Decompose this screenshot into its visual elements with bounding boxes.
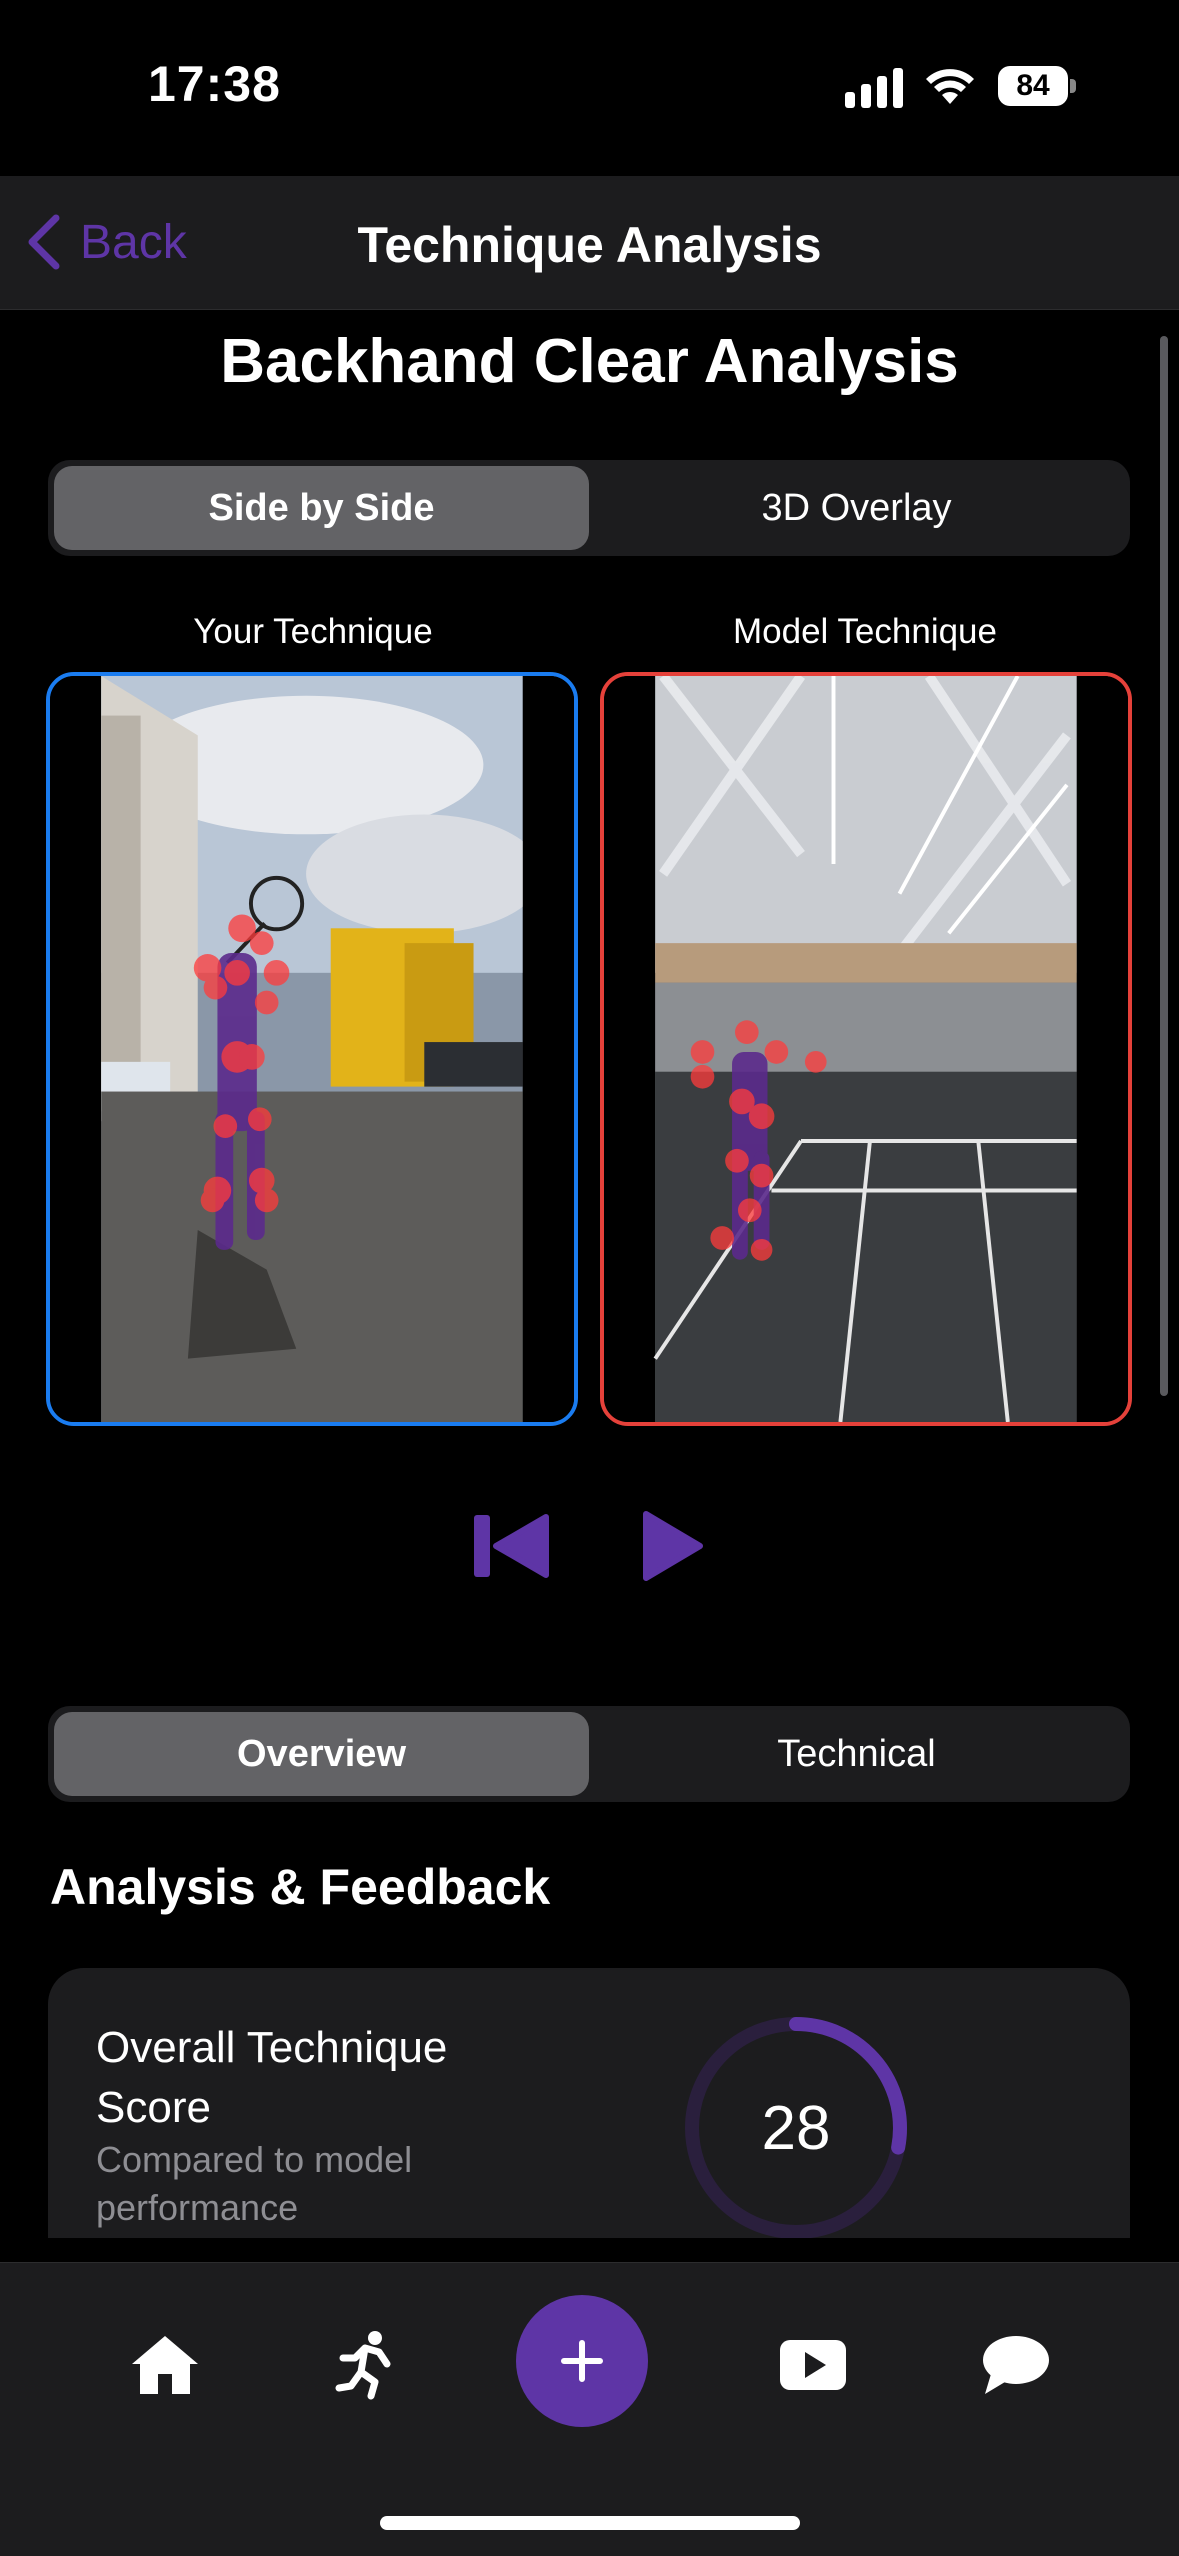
status-bar: 17:38 84 [0,0,1179,176]
player-controls [470,1510,706,1582]
model-video[interactable] [600,672,1132,1426]
score-value: 28 [761,2093,831,2163]
model-video-frame [604,676,1128,1422]
score-subtitle: Compared to model performance [96,2139,413,2228]
scroll-indicator[interactable] [1160,336,1168,1396]
running-icon[interactable] [325,2325,405,2405]
battery-level: 84 [998,66,1068,106]
cellular-signal-icon [845,64,903,108]
status-time: 17:38 [148,56,281,112]
section-title: Analysis & Feedback [50,1859,551,1915]
home-indicator [380,2516,800,2530]
plus-icon [561,2340,603,2382]
navigation-bar: Back Technique Analysis [0,176,1179,310]
tab-overview[interactable]: Overview [54,1712,589,1796]
user-video[interactable] [46,672,578,1426]
home-icon[interactable] [125,2325,205,2405]
add-button[interactable] [516,2295,648,2427]
score-title: Overall Technique Score [96,2023,448,2132]
segment-side-by-side[interactable]: Side by Side [54,466,589,550]
battery-icon: 84 [998,66,1076,106]
user-video-frame [50,676,574,1422]
detail-tabs: Overview Technical [48,1706,1130,1802]
view-mode-control: Side by Side 3D Overlay [48,460,1130,556]
chat-icon[interactable] [976,2325,1056,2405]
segment-3d-overlay[interactable]: 3D Overlay [589,466,1124,550]
tab-bar [0,2262,1179,2556]
page-heading: Backhand Clear Analysis [220,327,959,396]
video-icon[interactable] [773,2325,853,2405]
play-icon[interactable] [640,1510,706,1582]
nav-title: Technique Analysis [357,217,822,273]
model-video-label: Model Technique [733,612,997,651]
skip-back-icon[interactable] [470,1511,550,1581]
score-card: Overall Technique Score Compared to mode… [48,1968,1130,2238]
user-video-label: Your Technique [193,612,433,651]
wifi-icon [926,69,974,104]
tab-technical[interactable]: Technical [589,1712,1124,1796]
